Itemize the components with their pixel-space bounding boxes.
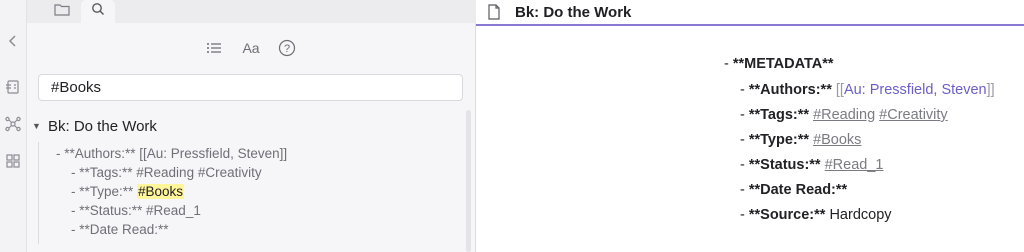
metadata-line[interactable]: - **METADATA**: [724, 56, 834, 72]
search-match-line[interactable]: - **Authors:** [[Au: Pressfield, Steven]…: [56, 146, 287, 161]
canvas-icon[interactable]: [4, 152, 22, 170]
search-match-line[interactable]: - **Status:** #Read_1: [71, 203, 201, 218]
sidebar-tab-bar: [27, 0, 476, 23]
graph-view-icon[interactable]: [4, 115, 22, 133]
source-line[interactable]: - **Source:** Hardcopy: [740, 207, 892, 223]
file-icon: [487, 4, 501, 20]
internal-link[interactable]: Au: Pressfield, Steven: [844, 82, 987, 98]
list-icon[interactable]: [204, 38, 224, 58]
tab-search[interactable]: [81, 0, 115, 23]
tab-files[interactable]: [49, 0, 75, 23]
search-result-file[interactable]: ▼ Bk: Do the Work: [32, 116, 157, 136]
quick-switcher-icon[interactable]: [4, 78, 22, 96]
type-line[interactable]: - **Type:** #Books: [740, 132, 861, 148]
view-header: Bk: Do the Work: [476, 0, 1024, 26]
result-indent-guide: [38, 142, 39, 244]
tag-link[interactable]: #Creativity: [879, 107, 948, 123]
search-toolbar: Aa ?: [27, 36, 476, 60]
status-line[interactable]: - **Status:** #Read_1: [740, 157, 883, 173]
search-input[interactable]: #Books: [38, 74, 463, 101]
tag-link[interactable]: #Reading: [813, 107, 875, 123]
match-case-icon[interactable]: Aa: [240, 38, 262, 58]
help-icon[interactable]: ?: [277, 38, 297, 58]
tags-line[interactable]: - **Tags:** #Reading #Creativity: [740, 107, 948, 123]
collapse-sidebar-icon[interactable]: [4, 32, 22, 50]
tag-link[interactable]: #Read_1: [825, 157, 884, 173]
search-match-line[interactable]: - **Type:** #Books: [71, 184, 185, 199]
search-highlight: #Books: [137, 184, 185, 199]
results-scrollbar[interactable]: [466, 110, 471, 252]
tag-link[interactable]: #Books: [813, 132, 861, 148]
search-icon: [91, 2, 105, 21]
search-match-line[interactable]: - **Tags:** #Reading #Creativity: [71, 165, 262, 180]
note-title[interactable]: Bk: Do the Work: [515, 4, 631, 21]
left-ribbon: [0, 0, 27, 252]
editor-pane: Bk: Do the Work - **METADATA** - **Autho…: [476, 0, 1024, 252]
result-file-name: Bk: Do the Work: [48, 117, 157, 135]
collapse-caret-icon[interactable]: ▼: [32, 121, 44, 131]
folder-icon: [54, 3, 70, 21]
app-window: Aa ? #Books ▼ Bk: Do the Work - **Author…: [0, 0, 1024, 252]
authors-line[interactable]: - **Authors:** [[Au: Pressfield, Steven]…: [740, 82, 995, 98]
search-match-line[interactable]: - **Date Read:**: [71, 222, 169, 237]
svg-text:?: ?: [284, 43, 290, 55]
search-panel: Aa ? #Books ▼ Bk: Do the Work - **Author…: [27, 0, 476, 252]
date-read-line[interactable]: - **Date Read:**: [740, 182, 847, 198]
